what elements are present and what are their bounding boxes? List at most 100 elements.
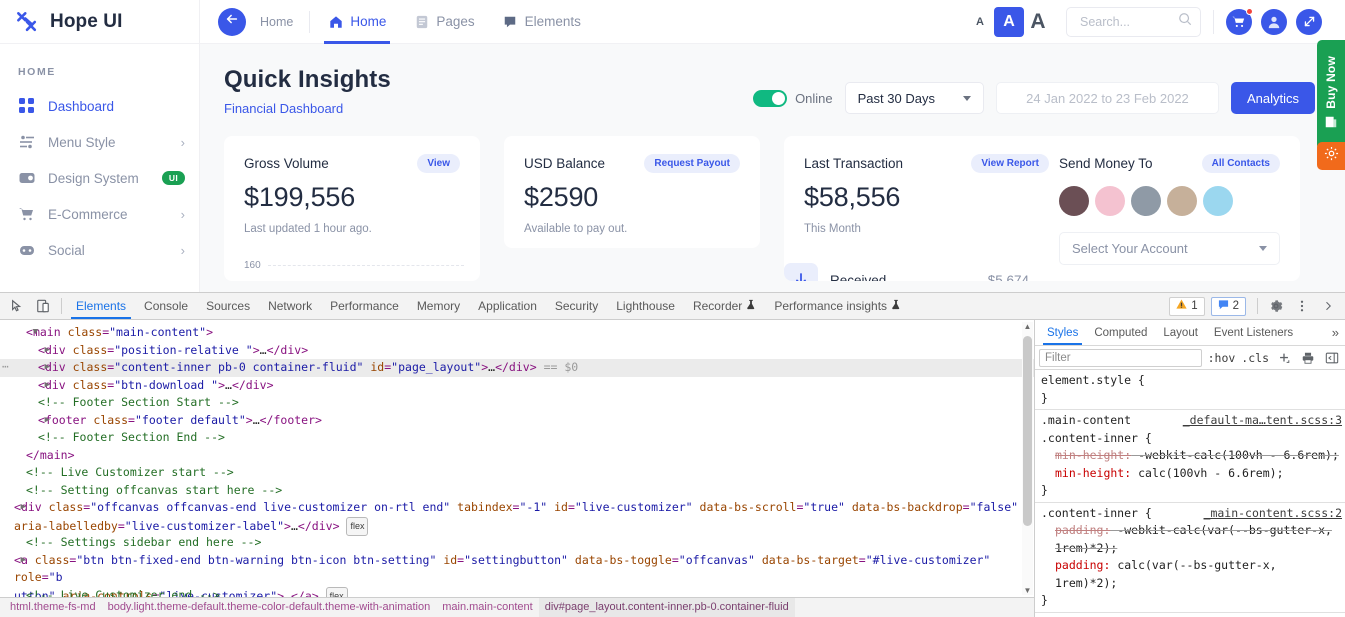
expand-toggle-icon[interactable]: ▶ bbox=[26, 412, 54, 430]
buy-now-button[interactable]: Buy Now bbox=[1317, 40, 1345, 150]
settings-button[interactable] bbox=[1317, 142, 1345, 170]
avatar[interactable] bbox=[1167, 186, 1197, 216]
devtools-tab-security[interactable]: Security bbox=[546, 293, 607, 319]
expand-toggle-icon[interactable]: ▶ bbox=[26, 359, 54, 377]
dom-tree-line[interactable]: <!-- Footer Section Start --> bbox=[0, 394, 1034, 412]
devtools-tab-performance[interactable]: Performance bbox=[321, 293, 408, 319]
styles-tab-layout[interactable]: Layout bbox=[1155, 320, 1206, 345]
breadcrumb-item[interactable]: html.theme-fs-md bbox=[4, 598, 102, 617]
dom-tree-line[interactable]: ▼ <main class="main-content"> bbox=[0, 324, 1034, 342]
avatar[interactable] bbox=[1059, 186, 1089, 216]
avatar[interactable] bbox=[1203, 186, 1233, 216]
back-button[interactable] bbox=[218, 7, 246, 36]
search-box[interactable] bbox=[1066, 6, 1201, 37]
more-options-icon[interactable]: ⋯ bbox=[2, 358, 9, 376]
account-select[interactable]: Select Your Account bbox=[1059, 232, 1280, 265]
breadcrumb[interactable]: Home bbox=[260, 10, 311, 33]
inspect-element-icon[interactable] bbox=[4, 294, 30, 318]
dom-tree-line[interactable]: ▶ <div class="position-relative ">…</div> bbox=[0, 342, 1034, 360]
expand-toggle-icon[interactable]: ▼ bbox=[14, 324, 42, 342]
devtools-tab-performance-insights[interactable]: Performance insights bbox=[765, 293, 910, 319]
style-declaration[interactable]: padding: calc(var(--bs-gutter-x, 1rem)*2… bbox=[1041, 557, 1345, 592]
all-contacts-button[interactable]: All Contacts bbox=[1201, 154, 1280, 173]
dom-tree-line[interactable]: ▶ <div class="btn-download ">…</div> bbox=[0, 377, 1034, 395]
font-size-medium-button[interactable]: A bbox=[994, 6, 1024, 37]
sidebar-item-e-commerce[interactable]: E-Commerce › bbox=[0, 196, 199, 232]
date-range-input[interactable]: 24 Jan 2022 to 23 Feb 2022 bbox=[995, 82, 1219, 114]
hov-toggle[interactable]: :hov bbox=[1208, 351, 1236, 365]
scrollbar-thumb[interactable] bbox=[1023, 336, 1032, 526]
expand-button[interactable] bbox=[1296, 8, 1322, 35]
tab-pages[interactable]: Pages bbox=[400, 0, 488, 44]
font-size-small-button[interactable]: A bbox=[966, 8, 994, 36]
styles-tab-styles[interactable]: Styles bbox=[1039, 320, 1086, 345]
user-profile-button[interactable] bbox=[1261, 8, 1287, 35]
dom-tree-line[interactable]: ▶ <footer class="footer default">…</foote… bbox=[0, 412, 1034, 430]
dom-tree[interactable]: ▼ <main class="main-content"> ▶ <div class=… bbox=[0, 320, 1034, 606]
dom-tree-line[interactable]: <!-- Settings sidebar end here --> bbox=[0, 534, 1034, 552]
tab-home[interactable]: Home bbox=[314, 0, 400, 44]
expand-toggle-icon[interactable]: ▶ bbox=[2, 499, 30, 517]
style-rule[interactable]: .content-inner {_main-content.scss:2 padd… bbox=[1035, 503, 1345, 613]
print-media-icon[interactable] bbox=[1299, 349, 1317, 367]
style-rule[interactable]: .pb-0 {_utilities.scss:71padding-bottom:… bbox=[1035, 613, 1345, 617]
breadcrumb-item[interactable]: main.main-content bbox=[436, 598, 539, 617]
analytics-button[interactable]: Analytics bbox=[1230, 82, 1315, 114]
expand-toggle-icon[interactable]: ▶ bbox=[2, 552, 30, 570]
more-vertical-icon[interactable] bbox=[1289, 294, 1315, 318]
style-declaration[interactable]: min-height: -webkit-calc(100vh - 6.6rem)… bbox=[1041, 447, 1345, 465]
style-rule-selector[interactable]: element.style { bbox=[1041, 372, 1345, 390]
sidebar-item-design-system[interactable]: Design System UI bbox=[0, 160, 199, 196]
devtools-tab-network[interactable]: Network bbox=[259, 293, 321, 319]
view-button[interactable]: View bbox=[417, 154, 460, 173]
search-input[interactable] bbox=[1078, 13, 1178, 30]
brand[interactable]: Hope UI bbox=[0, 0, 199, 44]
dom-tree-line[interactable]: ▶ <div class="offcanvas offcanvas-end liv… bbox=[0, 499, 1034, 536]
style-source-link[interactable]: _main-content.scss:2 bbox=[1204, 505, 1342, 523]
warning-counter[interactable]: 1 bbox=[1169, 296, 1205, 316]
style-source-link[interactable]: _default-ma…tent.scss:3 bbox=[1183, 412, 1342, 430]
sidebar-item-menu-style[interactable]: Menu Style › bbox=[0, 124, 199, 160]
dom-tree-line[interactable]: <!-- Setting offcanvas start here --> bbox=[0, 482, 1034, 500]
dom-breadcrumb[interactable]: html.theme-fs-md body.light.theme-default… bbox=[0, 597, 1034, 617]
dom-scrollbar[interactable]: ▲ ▼ bbox=[1022, 322, 1033, 595]
styles-rules-list[interactable]: element.style {} .main-content .content-i… bbox=[1035, 370, 1345, 617]
dom-tree-line[interactable]: <!-- Live Customizer start --> bbox=[0, 464, 1034, 482]
expand-toggle-icon[interactable]: ▶ bbox=[26, 342, 54, 360]
expand-toggle-icon[interactable]: ▶ bbox=[26, 377, 54, 395]
view-report-button[interactable]: View Report bbox=[971, 154, 1049, 173]
avatar[interactable] bbox=[1095, 186, 1125, 216]
devtools-tab-lighthouse[interactable]: Lighthouse bbox=[607, 293, 684, 319]
font-size-large-button[interactable]: A bbox=[1024, 8, 1052, 36]
cart-button[interactable] bbox=[1226, 7, 1253, 35]
sidebar-item-dashboard[interactable]: Dashboard bbox=[0, 88, 199, 124]
devtools-tab-application[interactable]: Application bbox=[469, 293, 546, 319]
style-declaration[interactable]: padding: -webkit-calc(var(--bs-gutter-x,… bbox=[1041, 522, 1345, 557]
message-counter[interactable]: 2 bbox=[1210, 296, 1246, 316]
style-rule-selector[interactable]: .main-content .content-inner {_default-m… bbox=[1041, 412, 1345, 447]
devtools-tab-console[interactable]: Console bbox=[135, 293, 197, 319]
devtools-tab-recorder[interactable]: Recorder bbox=[684, 293, 765, 319]
styles-tab-event-listeners[interactable]: Event Listeners bbox=[1206, 320, 1301, 345]
sidebar-item-social[interactable]: Social › bbox=[0, 232, 199, 268]
search-icon[interactable] bbox=[1178, 12, 1192, 31]
dom-tree-pane[interactable]: ▼ <main class="main-content"> ▶ <div class=… bbox=[0, 320, 1035, 617]
request-payout-button[interactable]: Request Payout bbox=[644, 154, 740, 173]
styles-more-tabs-button[interactable]: » bbox=[1332, 325, 1345, 340]
dom-tree-line[interactable]: ▶ <a class="btn btn-fixed-end btn-warning… bbox=[0, 552, 1034, 606]
device-toolbar-icon[interactable] bbox=[30, 294, 56, 318]
style-declaration[interactable]: min-height: calc(100vh - 6.6rem); bbox=[1041, 465, 1345, 483]
add-style-rule-icon[interactable] bbox=[1275, 349, 1293, 367]
style-rule[interactable]: element.style {} bbox=[1035, 370, 1345, 410]
style-rule-selector[interactable]: .content-inner {_main-content.scss:2 bbox=[1041, 505, 1345, 523]
chevron-right-icon[interactable] bbox=[1315, 294, 1341, 318]
devtools-tab-elements[interactable]: Elements bbox=[67, 293, 135, 319]
gear-icon[interactable] bbox=[1263, 294, 1289, 318]
tab-elements[interactable]: Elements bbox=[489, 0, 595, 44]
online-toggle[interactable] bbox=[753, 89, 788, 107]
dom-tree-line[interactable]: ⋯ ▶ <div class="content-inner pb-0 contain… bbox=[0, 359, 1034, 377]
cls-toggle[interactable]: .cls bbox=[1241, 351, 1269, 365]
dom-tree-line[interactable]: </main> bbox=[0, 447, 1034, 465]
breadcrumb-item[interactable]: body.light.theme-default.theme-color-def… bbox=[102, 598, 437, 617]
devtools-tab-memory[interactable]: Memory bbox=[408, 293, 469, 319]
